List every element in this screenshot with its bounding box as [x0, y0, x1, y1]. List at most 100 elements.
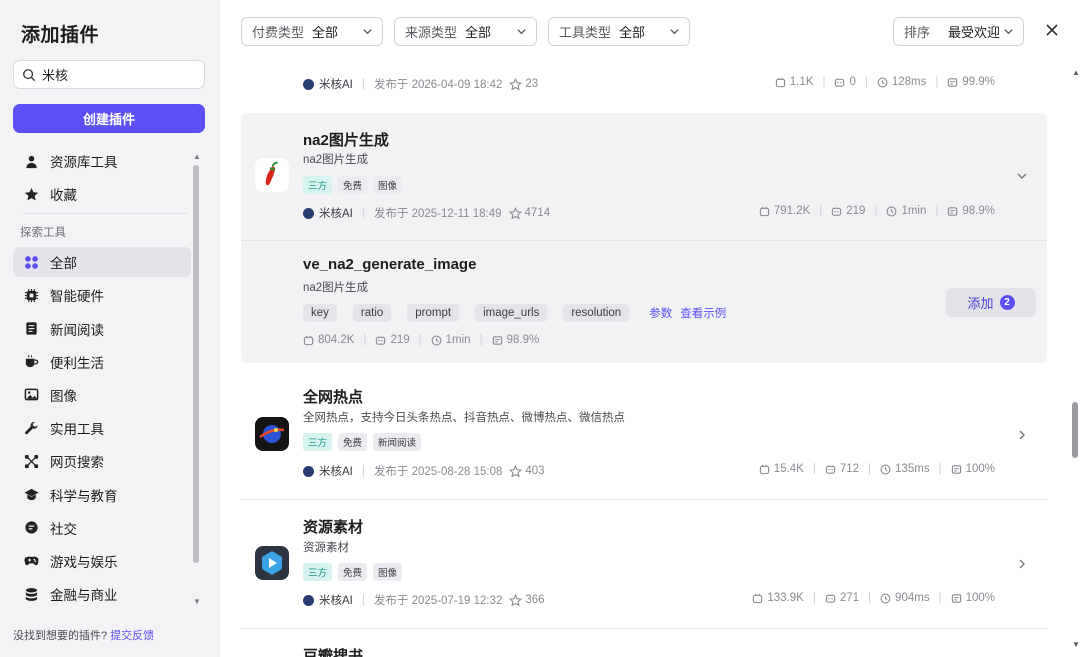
author-name: 米核AI — [319, 79, 353, 91]
sidebar-item-games[interactable]: 游戏与娱乐 — [13, 546, 191, 576]
scroll-up-arrow-icon[interactable]: ▲ — [193, 152, 201, 161]
plugin-stats: 791.2K | 219 | 1min | 98.9% — [759, 205, 995, 217]
clock-icon — [880, 464, 891, 474]
chevron-down-icon[interactable] — [1016, 170, 1028, 182]
usage-count: 133.9K — [767, 592, 804, 604]
pay-type-dropdown[interactable]: 付费类型 全部 — [241, 17, 383, 46]
tag-category: 图像 — [373, 176, 403, 194]
author-avatar — [303, 78, 314, 90]
chevron-right-icon[interactable] — [1016, 558, 1028, 570]
sidebar-item-label: 图像 — [50, 388, 77, 404]
view-example-link[interactable]: 查看示例 — [680, 305, 726, 321]
plugin-title: 全网热点 — [303, 389, 364, 406]
chevron-down-icon — [363, 29, 372, 35]
dropdown-value: 最受欢迎 — [948, 25, 1001, 40]
plugin-tags: 三方 免费 图像 — [303, 563, 403, 581]
add-label: 添加 — [967, 296, 994, 311]
params-link[interactable]: 参数 — [649, 305, 672, 321]
sidebar-item-library-tools[interactable]: 资源库工具 — [13, 146, 191, 176]
usage-icon — [759, 206, 769, 216]
star-count: 366 — [525, 594, 545, 606]
plugin-list: 米核AI | 发布于 2026-04-09 18:42 23 1.1K | 0 … — [220, 64, 1080, 657]
create-plugin-button[interactable]: 创建插件 — [13, 104, 205, 133]
bot-count: 219 — [846, 205, 866, 217]
dropdown-label: 排序 — [904, 25, 931, 40]
plugin-tags: 三方 免费 新闻阅读 — [303, 433, 422, 451]
sidebar-item-web-search[interactable]: 网页搜索 — [13, 446, 191, 476]
plugin-card[interactable]: 豆瓣搜书 — [241, 629, 1047, 657]
sidebar-item-smart-hardware[interactable]: 智能硬件 — [13, 280, 191, 310]
search-input[interactable] — [42, 67, 192, 82]
graduation-cap-icon — [23, 486, 40, 503]
chevron-right-icon[interactable] — [1016, 429, 1028, 441]
success-rate-icon — [492, 335, 502, 345]
clock-icon — [877, 77, 888, 87]
scroll-down-arrow-icon[interactable]: ▼ — [193, 597, 201, 606]
param-tag: key — [303, 304, 337, 322]
sidebar-item-news[interactable]: 新闻阅读 — [13, 314, 191, 344]
sidebar-item-label: 网页搜索 — [50, 455, 104, 471]
divider — [241, 240, 1047, 241]
clock-icon — [880, 593, 891, 603]
add-tool-button[interactable]: 添加 2 — [946, 288, 1036, 317]
sidebar-item-label: 收藏 — [50, 188, 77, 204]
main-scrollbar[interactable] — [1072, 402, 1078, 458]
sidebar-item-convenience[interactable]: 便利生活 — [13, 347, 191, 377]
sidebar-item-image[interactable]: 图像 — [13, 380, 191, 410]
sidebar-scrollbar[interactable] — [193, 165, 199, 563]
tool-type-dropdown[interactable]: 工具类型 全部 — [548, 17, 690, 46]
sidebar-item-label: 全部 — [50, 256, 77, 272]
sidebar-item-science-education[interactable]: 科学与教育 — [13, 480, 191, 510]
success-rate: 100% — [965, 463, 995, 475]
star-outline-icon — [508, 206, 522, 219]
sidebar-item-finance[interactable]: 金融与商业 — [13, 579, 191, 609]
wrench-icon — [23, 420, 40, 437]
publish-date: 发布于 2026-04-09 18:42 — [373, 79, 503, 91]
network-icon — [23, 453, 40, 470]
author-name: 米核AI — [319, 208, 353, 220]
latency: 1min — [445, 334, 471, 346]
sidebar-item-label: 实用工具 — [50, 422, 104, 438]
search-box[interactable] — [13, 60, 205, 89]
success-rate: 100% — [965, 592, 995, 604]
clock-icon — [887, 206, 897, 216]
chip-icon — [23, 287, 40, 304]
plugin-card-expanded: na2图片生成 na2图片生成 三方 免费 图像 米核AI | 发布于 2025… — [241, 113, 1047, 363]
sidebar-item-label: 科学与教育 — [50, 488, 118, 504]
search-icon — [23, 68, 36, 81]
usage-icon — [759, 464, 769, 474]
sidebar-item-utilities[interactable]: 实用工具 — [13, 413, 191, 443]
scroll-up-arrow-icon[interactable]: ▲ — [1072, 68, 1080, 77]
star-count: 403 — [525, 465, 545, 477]
sidebar-item-label: 智能硬件 — [50, 289, 104, 305]
bot-icon — [825, 594, 836, 603]
scroll-down-arrow-icon[interactable]: ▼ — [1072, 640, 1080, 649]
clock-icon — [431, 335, 442, 345]
author-avatar — [303, 465, 314, 477]
bot-icon — [835, 78, 845, 87]
plugin-card[interactable]: 米核AI | 发布于 2026-04-09 18:42 23 1.1K | 0 … — [241, 64, 1047, 112]
tag-third-party: 三方 — [303, 563, 333, 581]
plugin-card[interactable]: 资源素材 资源素材 三方 免费 图像 米核AI | 发布于 2025-07-19… — [241, 500, 1047, 628]
tag-third-party: 三方 — [303, 176, 333, 194]
sidebar-item-label: 新闻阅读 — [50, 322, 104, 338]
dropdown-value: 全部 — [619, 25, 646, 40]
tool-description: na2图片生成 — [303, 282, 369, 294]
usage-icon — [775, 77, 785, 87]
feedback-footer: 没找到想要的插件? 提交反馈 — [13, 627, 154, 643]
plugin-title: 资源素材 — [303, 519, 364, 536]
plugin-card-header[interactable]: na2图片生成 na2图片生成 三方 免费 图像 米核AI | 发布于 2025… — [241, 113, 1047, 240]
close-icon[interactable] — [1042, 20, 1062, 40]
sidebar-item-favorites[interactable]: 收藏 — [13, 179, 191, 209]
feedback-link[interactable]: 提交反馈 — [110, 630, 154, 642]
sort-dropdown[interactable]: 排序 最受欢迎 — [893, 17, 1024, 46]
plugin-card[interactable]: 全网热点 全网热点，支持今日头条热点、抖音热点、微博热点、微信热点 三方 免费 … — [241, 369, 1047, 499]
usage-count: 15.4K — [773, 463, 804, 475]
dropdown-label: 来源类型 — [405, 25, 458, 40]
plugin-stats: 133.9K | 271 | 904ms | 100% — [752, 592, 995, 604]
sidebar-item-all[interactable]: 全部 — [13, 247, 191, 278]
source-type-dropdown[interactable]: 来源类型 全部 — [394, 17, 537, 46]
bot-icon — [825, 465, 836, 474]
image-icon — [23, 386, 40, 403]
sidebar-item-social[interactable]: 社交 — [13, 513, 191, 543]
